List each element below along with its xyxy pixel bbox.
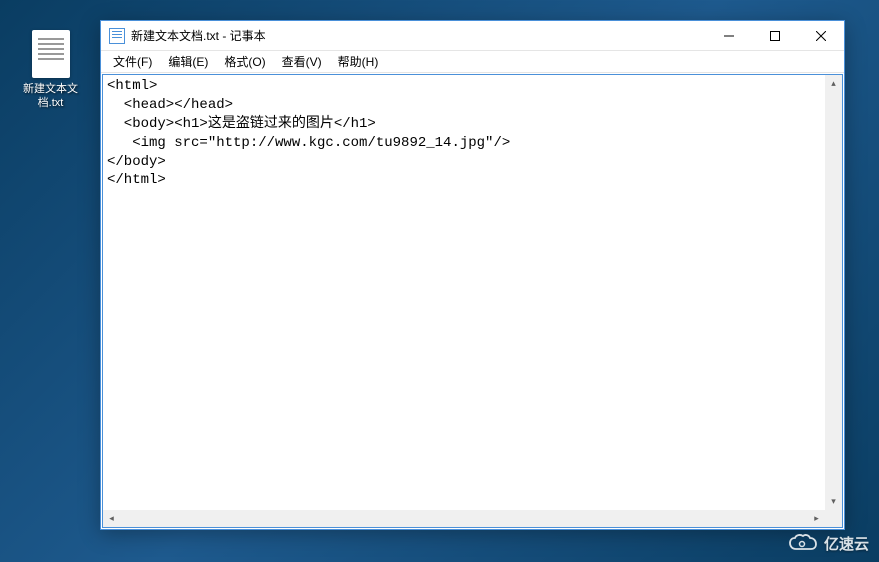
menu-file[interactable]: 文件(F) <box>105 51 160 72</box>
vertical-scrollbar[interactable]: ▴ ▾ <box>825 75 842 510</box>
minimize-button[interactable] <box>706 21 752 50</box>
watermark-cloud-icon <box>788 534 818 554</box>
watermark-text: 亿速云 <box>824 533 869 554</box>
menu-help[interactable]: 帮助(H) <box>330 51 387 72</box>
text-file-icon <box>32 30 70 78</box>
scroll-right-arrow-icon[interactable]: ▸ <box>808 510 825 527</box>
titlebar[interactable]: 新建文本文档.txt - 记事本 <box>101 21 844 51</box>
editor-area: <html> <head></head> <body><h1>这是盗链过来的图片… <box>102 74 843 528</box>
scroll-up-arrow-icon[interactable]: ▴ <box>825 75 842 92</box>
close-icon <box>816 31 826 41</box>
notepad-app-icon <box>109 28 125 44</box>
scroll-down-arrow-icon[interactable]: ▾ <box>825 493 842 510</box>
maximize-icon <box>770 31 780 41</box>
scroll-left-arrow-icon[interactable]: ◂ <box>103 510 120 527</box>
menu-format[interactable]: 格式(O) <box>216 51 273 72</box>
menu-edit[interactable]: 编辑(E) <box>160 51 216 72</box>
desktop-file-icon[interactable]: 新建文本文档.txt <box>18 30 83 111</box>
desktop-background: 新建文本文档.txt 新建文本文档.txt - 记事本 文件(F) 编辑(E) … <box>0 0 879 562</box>
minimize-icon <box>724 31 734 41</box>
notepad-window: 新建文本文档.txt - 记事本 文件(F) 编辑(E) 格式(O) 查看(V)… <box>100 20 845 530</box>
horizontal-scrollbar[interactable]: ◂ ▸ <box>103 510 825 527</box>
close-button[interactable] <box>798 21 844 50</box>
desktop-icon-label: 新建文本文档.txt <box>18 82 83 111</box>
maximize-button[interactable] <box>752 21 798 50</box>
menu-view[interactable]: 查看(V) <box>274 51 330 72</box>
scroll-corner <box>825 510 842 527</box>
text-editor[interactable]: <html> <head></head> <body><h1>这是盗链过来的图片… <box>103 75 842 527</box>
menubar: 文件(F) 编辑(E) 格式(O) 查看(V) 帮助(H) <box>101 51 844 73</box>
window-title: 新建文本文档.txt - 记事本 <box>131 27 706 44</box>
window-controls <box>706 21 844 50</box>
watermark: 亿速云 <box>788 533 869 554</box>
